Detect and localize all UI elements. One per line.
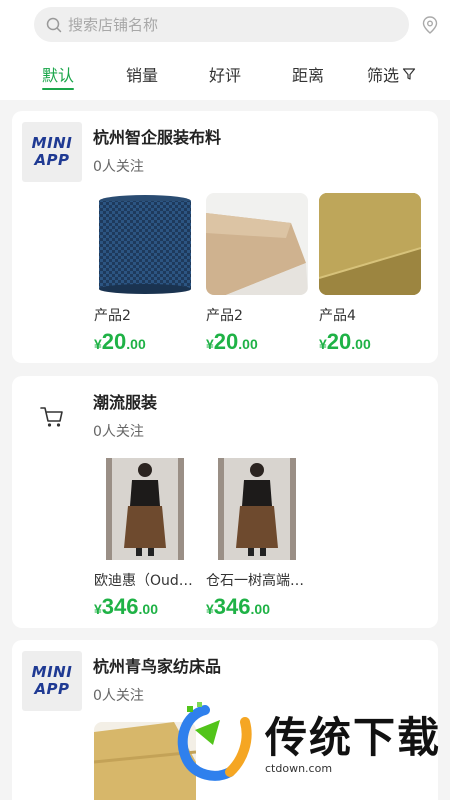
tab-filter-label: 筛选 [367,66,400,85]
product-item[interactable]: 产品4 ¥20.00 [319,193,421,355]
product-price: ¥20.00 [94,329,146,354]
search-icon [46,17,62,32]
tab-sales[interactable]: 销量 [126,62,158,86]
tab-filter[interactable]: 筛选 [367,62,416,86]
shop-name: 杭州青鸟家纺床品 [93,657,222,676]
tab-rating[interactable]: 好评 [209,62,241,86]
product-name: 产品2 [94,308,131,324]
tab-active-indicator [42,88,74,90]
shop-followers: 0人关注 [93,424,144,440]
product-image [94,193,196,295]
product-name: 仓石一树高端… [206,573,304,589]
watermark: 传统下载 ctdown.com [175,700,439,790]
shop-logo [22,387,82,447]
search-input[interactable]: 搜索店铺名称 [34,7,409,42]
cart-icon [40,407,63,427]
shop-card[interactable]: MINI APP 杭州智企服装布料 0人关注 产品2 ¥20.00 产品2 ¥2… [12,111,438,363]
product-image [319,193,421,295]
product-item[interactable]: 产品2 ¥20.00 [206,193,308,355]
search-placeholder: 搜索店铺名称 [68,16,159,34]
product-price: ¥346.00 [94,594,158,619]
filter-icon [402,68,416,80]
shop-card[interactable]: 潮流服装 0人关注 欧迪惠（Oud… ¥346.00 仓石一树高端… ¥346.… [12,376,438,628]
shop-name: 杭州智企服装布料 [93,128,222,147]
top-bar: 搜索店铺名称 默认 销量 好评 距离 筛选 [0,0,450,100]
shop-logo: MINI APP [22,122,82,182]
location-icon[interactable] [420,15,440,35]
sort-tabs: 默认 销量 好评 距离 筛选 [0,62,450,94]
product-image [94,458,196,560]
product-price: ¥346.00 [206,594,270,619]
product-name: 产品4 [319,308,356,324]
shop-followers: 0人关注 [93,688,144,704]
watermark-logo-icon [177,702,252,781]
product-item[interactable]: 仓石一树高端… ¥346.00 [206,458,308,620]
tab-distance[interactable]: 距离 [292,62,324,86]
product-price: ¥20.00 [319,329,371,354]
product-item[interactable]: 产品2 ¥20.00 [94,193,196,355]
watermark-title: 传统下载 [265,713,442,762]
shop-logo: MINI APP [22,651,82,711]
product-image [206,193,308,295]
product-price: ¥20.00 [206,329,258,354]
shop-name: 潮流服装 [93,393,158,412]
product-image [206,458,308,560]
product-name: 产品2 [206,308,243,324]
product-name: 欧迪惠（Oud… [94,573,193,589]
shop-followers: 0人关注 [93,159,144,175]
product-item[interactable]: 欧迪惠（Oud… ¥346.00 [94,458,196,620]
watermark-url: ctdown.com [265,762,333,775]
tab-default[interactable]: 默认 [42,62,74,86]
